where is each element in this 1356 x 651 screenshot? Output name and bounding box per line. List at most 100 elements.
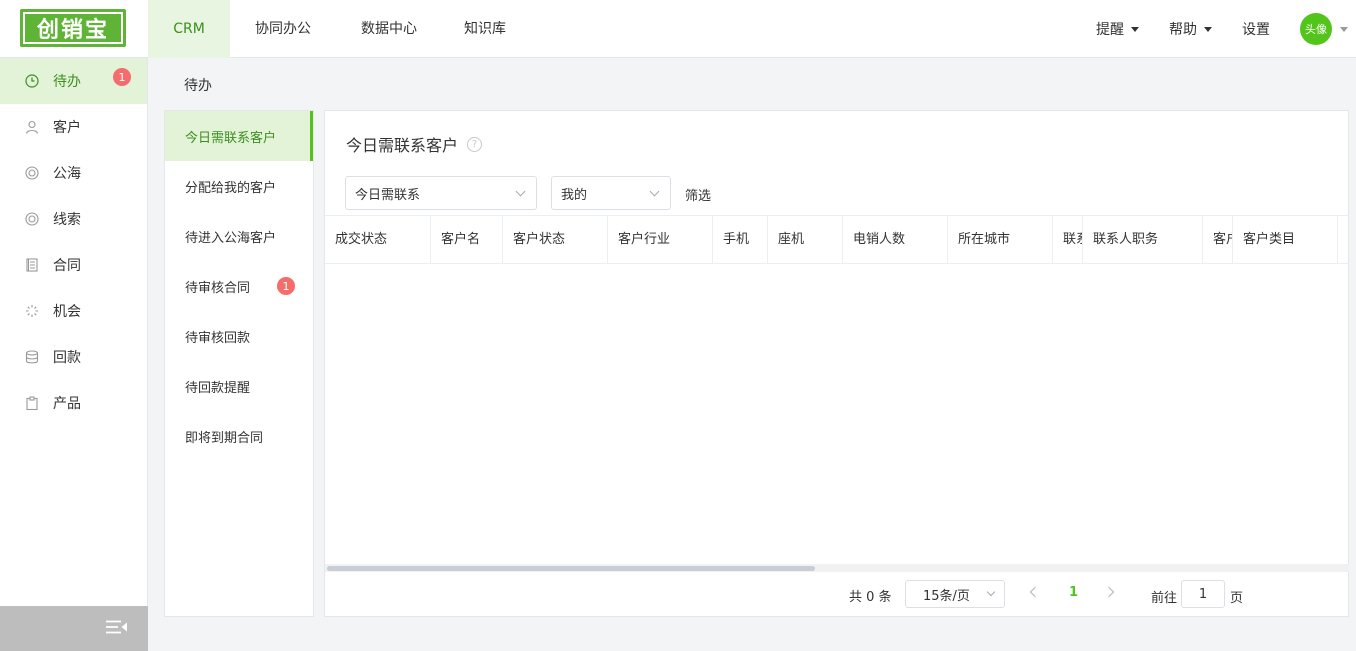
notification-badge: 1 <box>277 277 295 295</box>
topnav-item-knowledge-base[interactable]: 知识库 <box>442 0 528 58</box>
topnav-item-crm[interactable]: CRM <box>148 0 230 58</box>
notification-badge: 1 <box>113 68 131 86</box>
sidebar-item-contracts[interactable]: 合同 <box>0 242 147 288</box>
horizontal-scrollbar[interactable] <box>325 564 1349 572</box>
page-number-current[interactable]: 1 <box>1069 585 1078 600</box>
sidebar-item-public-pool[interactable]: 公海 <box>0 150 147 196</box>
submenu-item-label: 分配给我的客户 <box>185 180 277 196</box>
submenu-item-label: 待审核回款 <box>185 330 251 346</box>
sidebar-item-todo[interactable]: 待办 1 <box>0 58 147 104</box>
help-menu[interactable]: 帮助 <box>1169 19 1212 39</box>
top-right-actions: 提醒 帮助 设置 头像 <box>1096 0 1356 58</box>
topnav-item-data-center[interactable]: 数据中心 <box>336 0 442 58</box>
goto-label: 前往 <box>1151 591 1178 606</box>
submenu-item-label: 待进入公海客户 <box>185 230 277 246</box>
column-header[interactable]: 客户状态 <box>503 216 608 263</box>
pagination-total: 共 0 条 <box>849 590 892 605</box>
submenu-item-today-contacts[interactable]: 今日需联系客户 <box>165 111 313 161</box>
goto-page-input[interactable] <box>1181 580 1225 608</box>
breadcrumb: 待办 <box>184 75 212 95</box>
question-circle-icon[interactable]: ? <box>467 136 483 152</box>
settings-label: 设置 <box>1242 22 1270 38</box>
app-logo[interactable]: 创销宝 <box>20 9 126 47</box>
reminder-menu[interactable]: 提醒 <box>1096 19 1139 39</box>
column-header[interactable]: 客户 <box>1203 216 1233 263</box>
sidebar-item-label: 合同 <box>53 258 81 274</box>
submenu-item-expiring-contracts[interactable]: 即将到期合同 <box>165 411 313 461</box>
column-header[interactable]: 所在城市 <box>948 216 1053 263</box>
owner-select[interactable]: 我的 <box>551 176 671 210</box>
clock-icon <box>24 73 40 89</box>
column-header[interactable]: 电销人数 <box>843 216 948 263</box>
caret-down-icon <box>1131 26 1139 32</box>
scrollbar-thumb[interactable] <box>327 566 815 571</box>
sidebar-item-label: 客户 <box>53 120 81 136</box>
table-header: 成交状态 客户名 客户状态 客户行业 手机 座机 电销人数 所在城市 联系 联系… <box>325 215 1349 264</box>
submenu-item-entering-pool[interactable]: 待进入公海客户 <box>165 211 313 261</box>
sidebar-item-label: 机会 <box>53 304 81 320</box>
chevron-down-icon <box>986 587 996 597</box>
page-suffix-label: 页 <box>1230 591 1244 606</box>
sidebar-item-label: 公海 <box>53 166 81 182</box>
chevron-right-icon <box>1108 586 1115 598</box>
database-icon <box>24 349 40 365</box>
submenu-item-payments-pending-review[interactable]: 待审核回款 <box>165 311 313 361</box>
page-size-select[interactable]: 15条/页 <box>905 580 1005 608</box>
avatar-text: 头像 <box>1305 23 1327 36</box>
caret-down-icon <box>1204 26 1212 32</box>
sidebar-item-opportunities[interactable]: 机会 <box>0 288 147 334</box>
avatar[interactable]: 头像 <box>1300 13 1332 45</box>
scope-select[interactable]: 今日需联系 <box>345 176 537 210</box>
column-header[interactable]: 客户名 <box>431 216 503 263</box>
user-menu[interactable]: 头像 <box>1300 13 1348 45</box>
sidebar-item-label: 回款 <box>53 350 81 366</box>
help-label: 帮助 <box>1169 22 1197 38</box>
topnav-label: 知识库 <box>464 21 506 37</box>
column-header[interactable]: 成交状态 <box>325 216 431 263</box>
main-panel: 今日需联系客户 ? 今日需联系 我的 筛选 成交状态 客户名 客户状态 客户行业… <box>324 110 1349 617</box>
submenu-item-label: 待回款提醒 <box>185 380 251 396</box>
menu-collapse-icon <box>106 620 128 638</box>
sidebar-item-label: 产品 <box>53 396 81 412</box>
lifebuoy-icon <box>24 211 40 227</box>
chevron-down-icon <box>515 186 526 197</box>
sidebar-item-label: 待办 <box>53 74 81 90</box>
topnav-label: CRM <box>173 21 205 37</box>
sidebar-item-payments[interactable]: 回款 <box>0 334 147 380</box>
sidebar-item-customers[interactable]: 客户 <box>0 104 147 150</box>
submenu-item-label: 即将到期合同 <box>185 430 264 446</box>
breadcrumb-current: 待办 <box>184 78 212 94</box>
top-bar: 创销宝 CRM 协同办公 数据中心 知识库 提醒 帮助 设置 头像 <box>0 0 1356 58</box>
chevron-down-icon <box>649 186 660 197</box>
submenu-item-assigned-to-me[interactable]: 分配给我的客户 <box>165 161 313 211</box>
todo-submenu: 今日需联系客户 分配给我的客户 待进入公海客户 待审核合同 1 待审核回款 待回… <box>164 110 314 617</box>
column-header[interactable]: 联系人职务 <box>1083 216 1203 263</box>
column-header[interactable]: 座机 <box>768 216 843 263</box>
column-header[interactable]: 客户行业 <box>608 216 713 263</box>
scope-select-value: 今日需联系 <box>355 187 421 203</box>
topnav-label: 协同办公 <box>255 21 311 37</box>
filter-button[interactable]: 筛选 <box>685 185 711 204</box>
page-title-text: 今日需联系客户 <box>346 136 459 155</box>
prev-page-button[interactable] <box>1029 586 1041 600</box>
clipboard-icon <box>24 395 40 411</box>
chevron-left-icon <box>1029 586 1036 598</box>
topnav-label: 数据中心 <box>361 21 417 37</box>
column-header[interactable]: 联系 <box>1053 216 1083 263</box>
sidebar-item-products[interactable]: 产品 <box>0 380 147 426</box>
column-header[interactable]: 手机 <box>713 216 768 263</box>
submenu-item-contracts-pending-review[interactable]: 待审核合同 1 <box>165 261 313 311</box>
loading-icon <box>24 303 40 319</box>
sidebar-collapse-button[interactable] <box>0 606 148 651</box>
submenu-item-payment-reminders[interactable]: 待回款提醒 <box>165 361 313 411</box>
submenu-item-label: 待审核合同 <box>185 280 251 296</box>
caret-down-icon <box>1340 26 1348 32</box>
column-header[interactable]: 客户类目 <box>1233 216 1338 263</box>
app-logo-text: 创销宝 <box>23 12 123 44</box>
sidebar-item-leads[interactable]: 线索 <box>0 196 147 242</box>
page-size-value: 15条/页 <box>923 588 970 604</box>
reminder-label: 提醒 <box>1096 22 1124 38</box>
topnav-item-collaboration[interactable]: 协同办公 <box>230 0 336 58</box>
settings-link[interactable]: 设置 <box>1242 19 1270 39</box>
next-page-button[interactable] <box>1107 586 1119 600</box>
